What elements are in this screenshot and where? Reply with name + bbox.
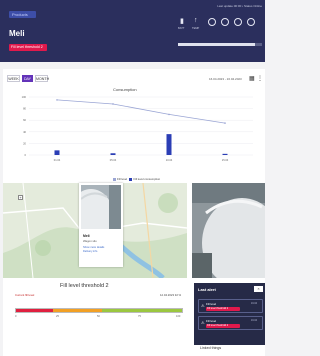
map-popup: Meli Wagon silo Show more details Delive… [79, 183, 123, 267]
settings-icon[interactable] [247, 18, 255, 26]
threshold-title: Fill level threshold 2 [60, 283, 109, 289]
y-tick-label: 60 [23, 118, 26, 122]
chart-legend: Fill level Fill level consumption [113, 177, 160, 181]
temperature-label: TEMP [192, 27, 200, 30]
fill-value-label: 12.04.2023 32 % [160, 293, 182, 297]
chart-point [112, 103, 114, 105]
page-title: Meli [9, 29, 25, 38]
alert-badge: Fill level threshold 2 [206, 324, 240, 328]
signal-icon[interactable] [208, 18, 216, 26]
silo-thumbnail [81, 185, 121, 229]
chart-point [56, 99, 58, 101]
gauge-tick: 25 [56, 315, 59, 318]
consumption-chart: 0 20 40 60 80 100 01.04 05.04 10.04 15.04 [22, 95, 253, 162]
chart-bar [110, 153, 116, 155]
y-tick-label: 80 [23, 107, 26, 111]
linked-things-title: Linked things [200, 346, 222, 350]
status-progress [178, 43, 262, 46]
alert-title: Fill level [206, 319, 217, 323]
popup-title: Meli [83, 234, 90, 238]
chart-bar [54, 150, 60, 155]
alert-date: 16.04 [251, 302, 257, 305]
tab-day[interactable]: DAY [22, 75, 33, 82]
header-meta: Last update 00:00 • Status Online [217, 4, 262, 8]
popup-delivery-link[interactable]: Delivery info [83, 250, 97, 253]
x-tick-label: 01.04 [54, 158, 61, 162]
gauge-tick: 0 [15, 315, 17, 318]
legend-label-bar: Fill level consumption [133, 177, 161, 181]
more-icon[interactable]: ⋮ [257, 75, 263, 82]
tab-month[interactable]: MONTH [35, 75, 49, 82]
warning-icon: ⚠ [201, 303, 205, 308]
alert-date: 16.04 [251, 319, 257, 322]
last-alert-panel: Last alert × ⚠ Fill level Fill level thr… [194, 283, 265, 345]
temperature-icon[interactable]: ↑ [194, 17, 198, 24]
alert-item[interactable]: ⚠ Fill level Fill level threshold 2 16.0… [198, 299, 263, 313]
calendar-icon[interactable]: ▦ [249, 75, 255, 82]
x-tick-label: 15.04 [222, 158, 229, 162]
chart-bar [222, 153, 228, 155]
popup-subtitle: Wagon silo [83, 239, 97, 243]
zoom-in-button[interactable]: + [18, 195, 23, 200]
gauge-tick: 75 [138, 315, 141, 318]
alert-badge: Fill level threshold 2 [206, 307, 240, 311]
x-tick-label: 10.04 [166, 158, 173, 162]
popup-details-link[interactable]: Show more details [83, 246, 104, 249]
chart-point [224, 122, 226, 124]
legend-label-line: Fill level [117, 177, 128, 181]
tab-week[interactable]: WEEK [7, 75, 20, 82]
legend-swatch-bar [129, 177, 133, 181]
date-range-picker[interactable]: 16.04.2023 - 16.04.2023 [209, 77, 249, 82]
silo-photo [192, 183, 265, 278]
current-fill-label: Current fill level [15, 293, 35, 297]
alert-title: Fill level [206, 302, 217, 306]
legend-swatch-line [113, 177, 116, 181]
y-tick-label: 0 [25, 153, 27, 157]
warning-icon: ⚠ [201, 320, 205, 325]
fill-level-gauge [15, 308, 183, 313]
battery-label: BATT [178, 27, 185, 30]
chart-bar [166, 134, 172, 155]
status-badge: Fill level threshold 2 [9, 44, 47, 51]
y-tick-label: 20 [23, 141, 26, 145]
gauge-tick: 100 [176, 315, 181, 318]
back-button[interactable]: Products [9, 11, 36, 18]
y-tick-label: 100 [22, 95, 27, 99]
gauge-fill-warning [52, 309, 103, 312]
alert-item[interactable]: ⚠ Fill level Fill level threshold 2 16.0… [198, 316, 263, 330]
gauge-tick: 50 [97, 315, 100, 318]
close-button[interactable]: × [254, 286, 263, 292]
battery-icon[interactable]: ▮ [180, 17, 184, 25]
alerts-title: Last alert [198, 287, 216, 292]
gauge-fill-ok [102, 309, 182, 312]
chart-point [168, 113, 170, 116]
header: Products Meli Fill level threshold 2 Las… [0, 0, 265, 62]
x-tick-label: 05.04 [110, 158, 117, 162]
chart-line [56, 99, 226, 124]
y-tick-label: 40 [23, 130, 26, 134]
status-icon[interactable] [234, 18, 242, 26]
gauge-fill-danger [16, 309, 53, 312]
gps-icon[interactable] [221, 18, 229, 26]
status-progress-fill [178, 43, 256, 46]
